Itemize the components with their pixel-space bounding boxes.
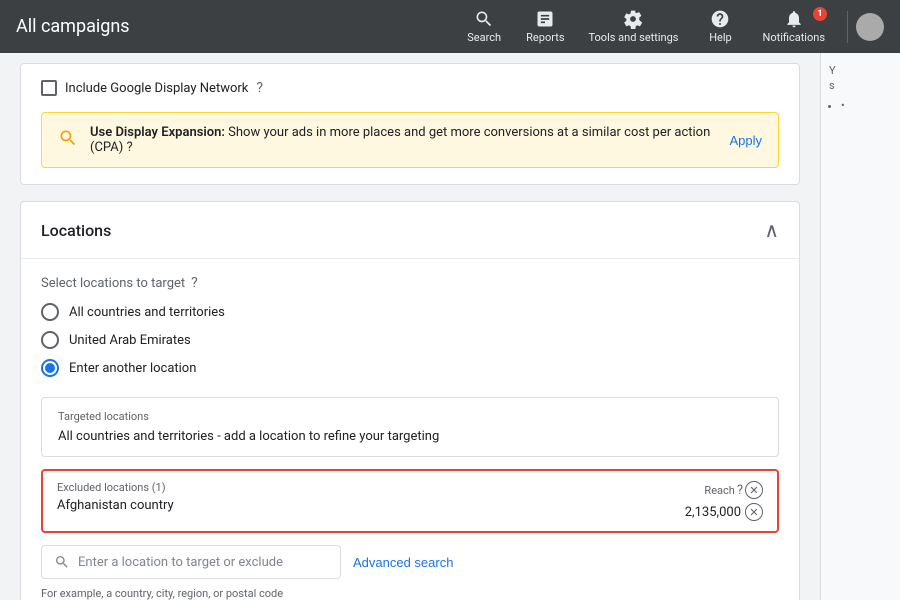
excluded-label: Excluded locations (1) — [57, 481, 643, 494]
radio-uae[interactable]: United Arab Emirates — [41, 331, 779, 349]
right-sidebar: Y s • — [820, 53, 900, 600]
radio-circle-enter-location — [41, 359, 59, 377]
page-title: All campaigns — [16, 16, 456, 37]
radio-circle-uae — [41, 331, 59, 349]
top-navigation: All campaigns Search Reports Tools and s… — [0, 0, 900, 53]
location-search-row: Enter a location to target or exclude Ad… — [41, 545, 779, 579]
sidebar-tip: Y s • — [829, 63, 892, 113]
center-panel: Include Google Display Network ? Use Dis… — [0, 53, 820, 600]
nav-help-label: Help — [709, 31, 732, 44]
location-search-input[interactable]: Enter a location to target or exclude — [41, 545, 341, 579]
advanced-search-button[interactable]: Advanced search — [353, 555, 453, 570]
locations-card: Locations ∧ Select locations to target ?… — [20, 201, 800, 600]
nav-search-button[interactable]: Search — [456, 5, 512, 48]
display-network-label: Include Google Display Network — [65, 81, 248, 96]
radio-all-countries[interactable]: All countries and territories — [41, 303, 779, 321]
excluded-right-panel: Reach ? ✕ 2,135,000 ✕ — [643, 481, 763, 521]
notification-badge: 1 — [813, 7, 827, 21]
radio-dot-enter-location — [45, 363, 55, 373]
display-expansion-banner: Use Display Expansion: Show your ads in … — [41, 112, 779, 168]
locations-title: Locations — [41, 221, 111, 240]
radio-label-all-countries: All countries and territories — [69, 305, 225, 320]
nav-notifications-button[interactable]: 1 Notifications — [752, 5, 835, 48]
reports-icon — [535, 9, 555, 29]
select-locations-help-icon: ? — [191, 275, 198, 291]
collapse-chevron-icon[interactable]: ∧ — [764, 218, 779, 242]
nav-help-button[interactable]: Help — [692, 5, 748, 48]
radio-group: All countries and territories United Ara… — [41, 303, 779, 377]
radio-label-uae: United Arab Emirates — [69, 333, 191, 348]
nav-tools-button[interactable]: Tools and settings — [579, 5, 689, 48]
excluded-row-close-icon[interactable]: ✕ — [745, 503, 763, 521]
account-avatar[interactable] — [856, 13, 884, 41]
banner-search-icon — [58, 128, 78, 153]
targeted-locations-box: Targeted locations All countries and ter… — [41, 397, 779, 457]
radio-circle-all-countries — [41, 303, 59, 321]
nav-divider — [847, 11, 848, 43]
excluded-value: Afghanistan country — [57, 498, 643, 513]
excluded-reach-label: Reach ? ✕ — [704, 481, 763, 499]
display-network-checkbox-row: Include Google Display Network ? — [41, 80, 779, 96]
radio-enter-location[interactable]: Enter another location — [41, 359, 779, 377]
select-locations-label: Select locations to target ? — [41, 275, 779, 291]
excluded-locations-box: Excluded locations (1) Afghanistan count… — [41, 469, 779, 533]
notification-bell-icon — [784, 9, 804, 29]
banner-help-icon: ? — [126, 140, 132, 155]
nav-notifications-label: Notifications — [762, 31, 825, 44]
tools-icon — [623, 9, 643, 29]
main-content: Include Google Display Network ? Use Dis… — [0, 53, 900, 600]
display-network-checkbox[interactable] — [41, 80, 57, 96]
radio-label-enter-location: Enter another location — [69, 361, 196, 376]
targeted-locations-label: Targeted locations — [58, 410, 762, 423]
nav-search-label: Search — [467, 31, 501, 44]
excluded-header-close-icon[interactable]: ✕ — [745, 481, 763, 499]
location-search-placeholder: Enter a location to target or exclude — [78, 555, 283, 570]
apply-button[interactable]: Apply — [729, 133, 762, 148]
display-network-help-icon[interactable]: ? — [256, 80, 263, 96]
location-search-icon — [54, 554, 70, 570]
locations-body: Select locations to target ? All countri… — [21, 259, 799, 600]
banner-text: Use Display Expansion: Show your ads in … — [90, 125, 717, 155]
nav-reports-button[interactable]: Reports — [516, 5, 574, 48]
targeted-locations-value: All countries and territories - add a lo… — [58, 429, 762, 444]
banner-title: Use Display Expansion: — [90, 125, 225, 140]
card-inner: Include Google Display Network ? Use Dis… — [21, 64, 799, 184]
location-hint: For example, a country, city, region, or… — [41, 587, 779, 600]
locations-header: Locations ∧ — [21, 202, 799, 259]
nav-reports-label: Reports — [526, 31, 564, 44]
search-icon — [474, 9, 494, 29]
nav-tools-label: Tools and settings — [589, 31, 679, 44]
excluded-left: Excluded locations (1) Afghanistan count… — [57, 481, 643, 513]
reach-help-icon: ? — [737, 483, 743, 498]
display-network-card: Include Google Display Network ? Use Dis… — [20, 63, 800, 185]
excluded-reach-value: 2,135,000 ✕ — [685, 503, 763, 521]
nav-icons-group: Search Reports Tools and settings Help — [456, 5, 835, 48]
help-icon — [710, 9, 730, 29]
